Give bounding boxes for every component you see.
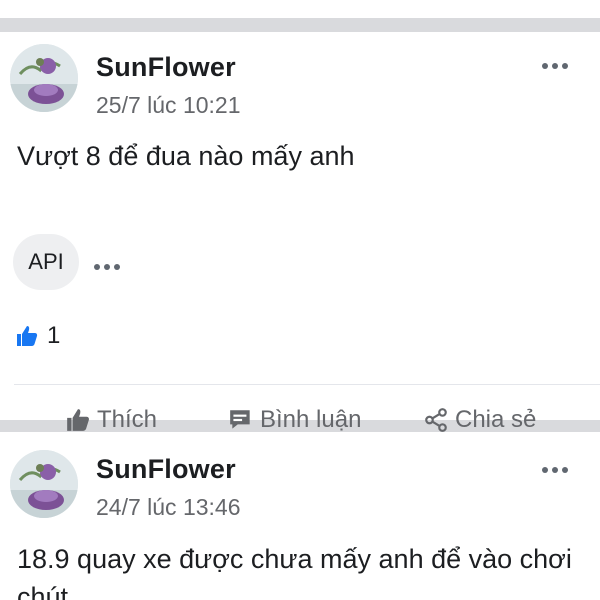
post-timestamp[interactable]: 25/7 lúc 10:21: [96, 92, 241, 119]
more-horizontal-icon: [542, 63, 548, 69]
post-timestamp[interactable]: 24/7 lúc 13:46: [96, 494, 241, 521]
author-name[interactable]: SunFlower: [96, 454, 236, 485]
thumbs-up-icon: [67, 409, 89, 431]
avatar-image: [10, 44, 78, 112]
share-icon: [425, 408, 447, 432]
post-text: 18.9 quay xe được chưa mấy anh để vào ch…: [17, 544, 572, 600]
thumbs-up-reaction-icon: [17, 326, 38, 346]
divider: [14, 384, 600, 385]
post-card: SunFlower 24/7 lúc 13:46 18.9 quay xe đư…: [0, 432, 600, 600]
comment-label: Bình luận: [260, 406, 362, 433]
author-name[interactable]: SunFlower: [96, 52, 236, 83]
like-label: Thích: [97, 406, 158, 433]
reaction-count: 1: [47, 322, 61, 349]
post-card: SunFlower 25/7 lúc 10:21 Vượt 8 để đua n…: [0, 32, 600, 433]
avatar[interactable]: [10, 44, 78, 112]
top-separator: [0, 18, 600, 32]
more-horizontal-icon: [542, 467, 548, 473]
more-options-button[interactable]: [542, 460, 578, 480]
post-text: Vượt 8 để đua nào mấy anh: [17, 141, 355, 171]
avatar[interactable]: [10, 450, 78, 518]
api-tag-chip[interactable]: API: [13, 234, 79, 290]
avatar-image: [10, 450, 78, 518]
comment-bubble-icon: [230, 410, 250, 429]
more-options-button[interactable]: [542, 56, 578, 76]
share-label: Chia sẻ: [455, 406, 537, 433]
more-horizontal-icon[interactable]: [94, 257, 124, 275]
reaction-summary[interactable]: 1: [15, 322, 60, 350]
